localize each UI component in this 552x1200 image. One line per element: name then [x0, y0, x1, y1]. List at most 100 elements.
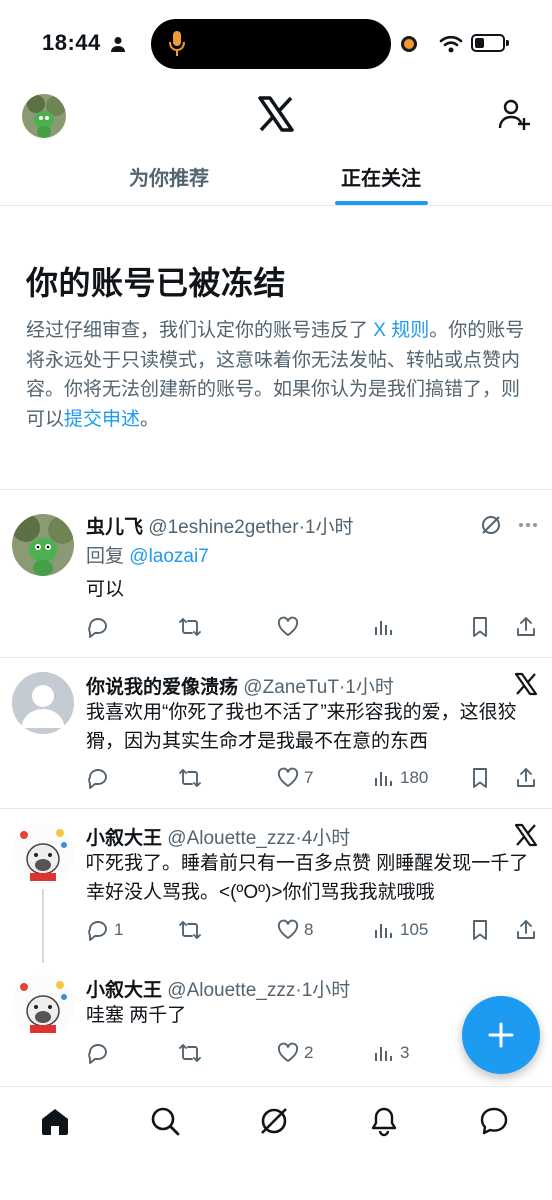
- bookmark-icon: [473, 768, 487, 788]
- tab-following[interactable]: 正在关注: [341, 162, 421, 191]
- status-time: 18:44: [42, 30, 101, 55]
- views-icon: [375, 924, 392, 938]
- compose-button[interactable]: [462, 996, 540, 1074]
- tweet-text: 可以: [86, 579, 125, 600]
- tab-for-you[interactable]: 为你推荐: [129, 162, 209, 191]
- plus-icon: [488, 1022, 514, 1048]
- views-button[interactable]: 3: [372, 1040, 409, 1066]
- wifi-icon: [439, 35, 463, 53]
- reply-prefix: 回复: [86, 546, 130, 567]
- bookmark-button[interactable]: [468, 765, 492, 791]
- user-handle[interactable]: @Alouette_zzz: [167, 980, 295, 1001]
- account-frozen-notice: 你的账号已被冻结 经过仔细审查，我们认定你的账号违反了 X 规则。你的账号将永远…: [0, 206, 552, 489]
- display-name[interactable]: 你说我的爱像溃疡: [86, 677, 238, 698]
- share-button[interactable]: [514, 917, 538, 943]
- tweet-time[interactable]: ·1小时: [299, 517, 354, 538]
- repost-icon: [179, 769, 201, 787]
- top-header: [0, 84, 552, 148]
- profile-avatar[interactable]: [22, 94, 66, 138]
- reply-button[interactable]: [86, 1040, 110, 1066]
- views-button[interactable]: 105: [372, 917, 428, 943]
- tweet[interactable]: 虫儿飞 @1eshine2gether·1小时 回复 @laozai7 可以: [0, 490, 552, 657]
- reply-context: 回复 @laozai7: [86, 542, 536, 571]
- views-button[interactable]: 180: [372, 765, 428, 791]
- tweet[interactable]: 你说我的爱像溃疡 @ZaneTuT·1小时 我喜欢用“你死了我也不活了”来形容我…: [0, 658, 552, 808]
- grok-icon[interactable]: [480, 514, 502, 536]
- tweet-header: 小叙大王 @Alouette_zzz·4小时: [86, 823, 350, 850]
- status-bar: 18:44: [0, 0, 552, 84]
- repost-button[interactable]: [178, 614, 202, 640]
- view-count: 3: [400, 1043, 410, 1062]
- reply-button[interactable]: [86, 765, 110, 791]
- battery-icon: [471, 34, 509, 52]
- share-icon: [517, 920, 535, 939]
- repost-icon: [179, 1044, 201, 1062]
- reply-button[interactable]: 1: [86, 917, 123, 943]
- appeal-link[interactable]: 提交申述: [64, 409, 140, 430]
- x-icon[interactable]: [514, 672, 538, 696]
- user-avatar[interactable]: [12, 823, 74, 885]
- x-icon[interactable]: [514, 823, 538, 847]
- reply-button[interactable]: [86, 614, 110, 640]
- x-logo-icon: [258, 96, 294, 132]
- more-options-icon[interactable]: [516, 513, 540, 537]
- user-handle[interactable]: @1eshine2gether: [148, 517, 298, 538]
- repost-icon: [179, 618, 201, 636]
- like-count: 8: [304, 920, 314, 939]
- user-handle[interactable]: @ZaneTuT: [243, 677, 339, 698]
- tweet-time[interactable]: ·4小时: [295, 828, 350, 849]
- reply-to-handle[interactable]: @laozai7: [129, 546, 209, 567]
- reply-icon: [88, 921, 107, 941]
- messages-icon[interactable]: [478, 1105, 510, 1137]
- user-avatar[interactable]: [12, 672, 74, 734]
- tweet-time[interactable]: ·1小时: [295, 980, 350, 1001]
- bookmark-icon: [473, 920, 487, 940]
- view-count: 180: [400, 768, 429, 787]
- add-user-icon[interactable]: [498, 98, 532, 132]
- repost-button[interactable]: [178, 1040, 202, 1066]
- repost-button[interactable]: [178, 917, 202, 943]
- notice-text: 经过仔细审查，我们认定你的账号违反了: [26, 320, 374, 341]
- views-icon: [375, 621, 392, 635]
- tweet-time[interactable]: ·1小时: [339, 677, 394, 698]
- share-button[interactable]: [514, 614, 538, 640]
- active-tab-indicator: [335, 201, 428, 205]
- like-button[interactable]: [276, 614, 304, 640]
- grok-icon[interactable]: [258, 1105, 290, 1137]
- person-icon: [111, 37, 125, 52]
- bookmark-button[interactable]: [468, 614, 492, 640]
- share-button[interactable]: [514, 765, 538, 791]
- views-icon: [375, 772, 392, 786]
- home-icon[interactable]: [39, 1105, 71, 1137]
- user-avatar[interactable]: [12, 514, 74, 576]
- bookmark-button[interactable]: [468, 917, 492, 943]
- microphone-icon: [169, 31, 185, 56]
- search-icon[interactable]: [149, 1105, 181, 1137]
- user-handle[interactable]: @Alouette_zzz: [167, 828, 295, 849]
- tweet-text: 吓死我了。睡着前只有一百多点赞 刚睡醒发现一千了 幸好没人骂我。<(ºOº)>你…: [86, 853, 529, 903]
- views-button[interactable]: [372, 614, 400, 640]
- reply-icon: [88, 769, 107, 789]
- reply-icon: [88, 618, 107, 638]
- tweet[interactable]: 小叙大王 @Alouette_zzz·4小时 吓死我了。睡着前只有一百多点赞 刚…: [0, 809, 552, 963]
- views-icon: [375, 1047, 392, 1061]
- like-count: 7: [304, 768, 314, 787]
- x-rules-link[interactable]: X 规则: [373, 320, 429, 341]
- heart-icon: [277, 616, 299, 636]
- repost-button[interactable]: [178, 765, 202, 791]
- heart-icon: [277, 767, 299, 787]
- display-name[interactable]: 虫儿飞: [86, 517, 143, 538]
- recording-indicator: [401, 36, 417, 52]
- display-name[interactable]: 小叙大王: [86, 828, 162, 849]
- user-avatar[interactable]: [12, 975, 74, 1037]
- notifications-icon[interactable]: [368, 1105, 400, 1137]
- share-icon: [517, 617, 535, 636]
- tweet-header: 小叙大王 @Alouette_zzz·1小时: [86, 975, 350, 1002]
- notice-title: 你的账号已被冻结: [26, 265, 287, 301]
- like-button[interactable]: 2: [276, 1040, 313, 1066]
- like-button[interactable]: 8: [276, 917, 313, 943]
- display-name[interactable]: 小叙大王: [86, 980, 162, 1001]
- like-button[interactable]: 7: [276, 765, 313, 791]
- tweet-actions: [86, 614, 542, 640]
- notice-body: 经过仔细审查，我们认定你的账号违反了 X 规则。你的账号将永远处于只读模式，这意…: [26, 316, 531, 434]
